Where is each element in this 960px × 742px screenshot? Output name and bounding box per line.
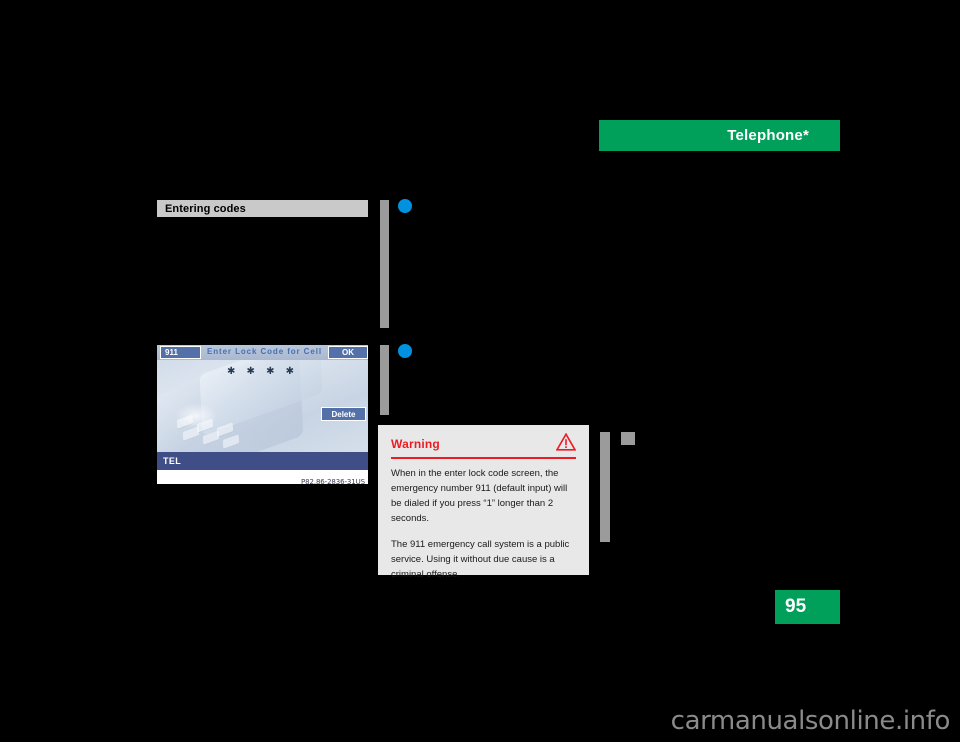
lock-code-masked-field[interactable]: ✱ ✱ ✱ ✱ (157, 366, 368, 377)
warning-paragraph-1: When in the enter lock code screen, the … (391, 468, 568, 524)
watermark-text: carmanualsonline.info (670, 706, 951, 736)
figure-caption-text: P82.86-2836-31US (300, 478, 365, 486)
page-number-tab: 95 (775, 590, 840, 624)
display-status-bar: TEL (157, 452, 368, 470)
display-title: Enter Lock Code for Cell (207, 347, 322, 356)
delete-button-label: Delete (331, 409, 356, 419)
warning-header: Warning (391, 432, 577, 456)
column-rule-upper (380, 200, 389, 328)
section-heading-text: Entering codes (165, 202, 246, 215)
footer-watermark: carmanualsonline.info (0, 700, 960, 742)
page-number: 95 (785, 596, 807, 617)
section-heading-bar: Entering codes (157, 200, 368, 217)
ok-button-label: OK (342, 348, 354, 357)
column-rule-lower (380, 345, 389, 415)
figure-screen-enter-lock-code: 911 Enter Lock Code for Cell OK ✱ ✱ ✱ ✱ … (157, 345, 368, 486)
head-unit-display: 911 Enter Lock Code for Cell OK ✱ ✱ ✱ ✱ … (157, 345, 368, 470)
emergency-911-label: 911 (165, 348, 178, 357)
margin-square-marker (621, 432, 635, 445)
display-top-bar: 911 Enter Lock Code for Cell OK (157, 345, 368, 360)
emergency-911-button[interactable]: 911 (160, 346, 201, 359)
chapter-title: Telephone* (727, 127, 809, 144)
column-rule-right (600, 432, 610, 542)
warning-triangle-icon (555, 432, 577, 456)
warning-title: Warning (391, 437, 440, 451)
display-status-label: TEL (163, 456, 182, 466)
warning-body: When in the enter lock code screen, the … (391, 459, 576, 582)
ok-button[interactable]: OK (328, 346, 368, 359)
figure-caption: P82.86-2836-31US (157, 471, 368, 486)
chapter-header: Telephone* (599, 120, 840, 151)
delete-button[interactable]: Delete (321, 407, 366, 421)
step-bullet-2 (398, 344, 412, 358)
warning-callout: Warning When in the enter lock code scre… (378, 425, 589, 580)
step-bullet-1 (398, 199, 412, 213)
warning-paragraph-2: The 911 emergency call system is a publi… (391, 539, 570, 580)
